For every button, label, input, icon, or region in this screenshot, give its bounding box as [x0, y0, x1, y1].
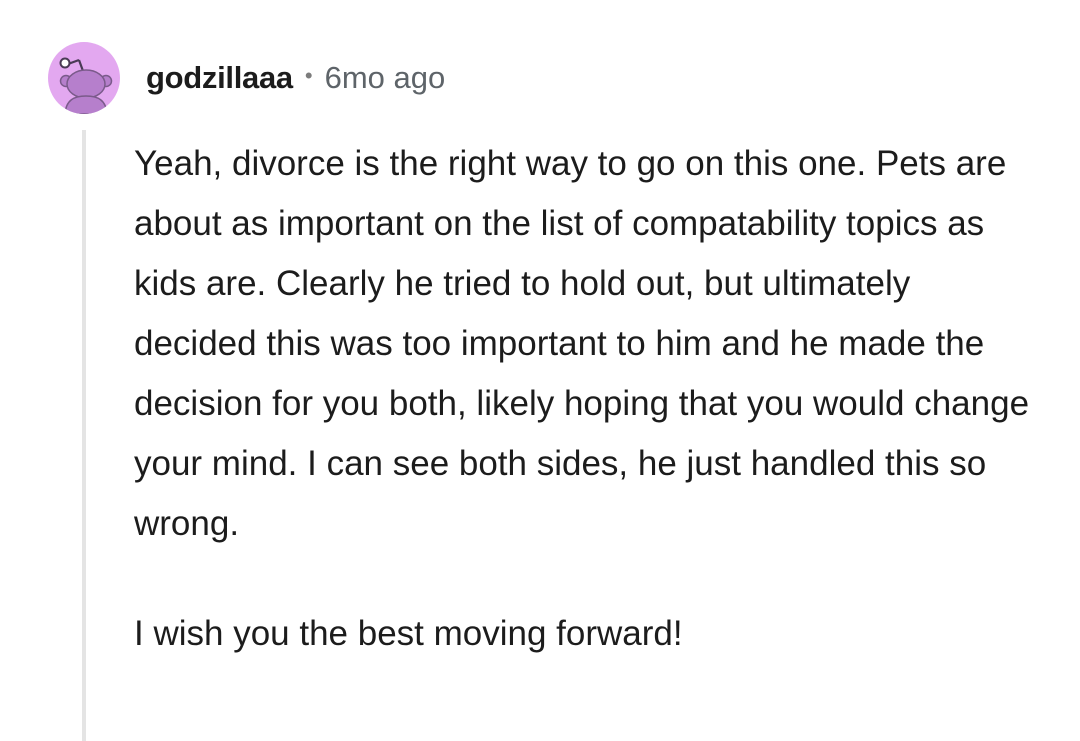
thread-collapse-line[interactable] [82, 130, 86, 741]
comment-body: Yeah, divorce is the right way to go on … [134, 134, 1034, 664]
meta-separator: • [304, 63, 313, 88]
comment-meta: godzillaaa • 6mo ago [146, 56, 445, 100]
avatar[interactable] [48, 42, 120, 114]
comment-paragraph: Yeah, divorce is the right way to go on … [134, 144, 1030, 543]
comment-paragraph: I wish you the best moving forward! [134, 614, 683, 653]
username-link[interactable]: godzillaaa [146, 60, 293, 96]
snoo-avatar-icon [59, 57, 113, 114]
timestamp[interactable]: 6mo ago [325, 60, 446, 96]
comment: godzillaaa • 6mo ago Yeah, divorce is th… [0, 0, 1080, 741]
